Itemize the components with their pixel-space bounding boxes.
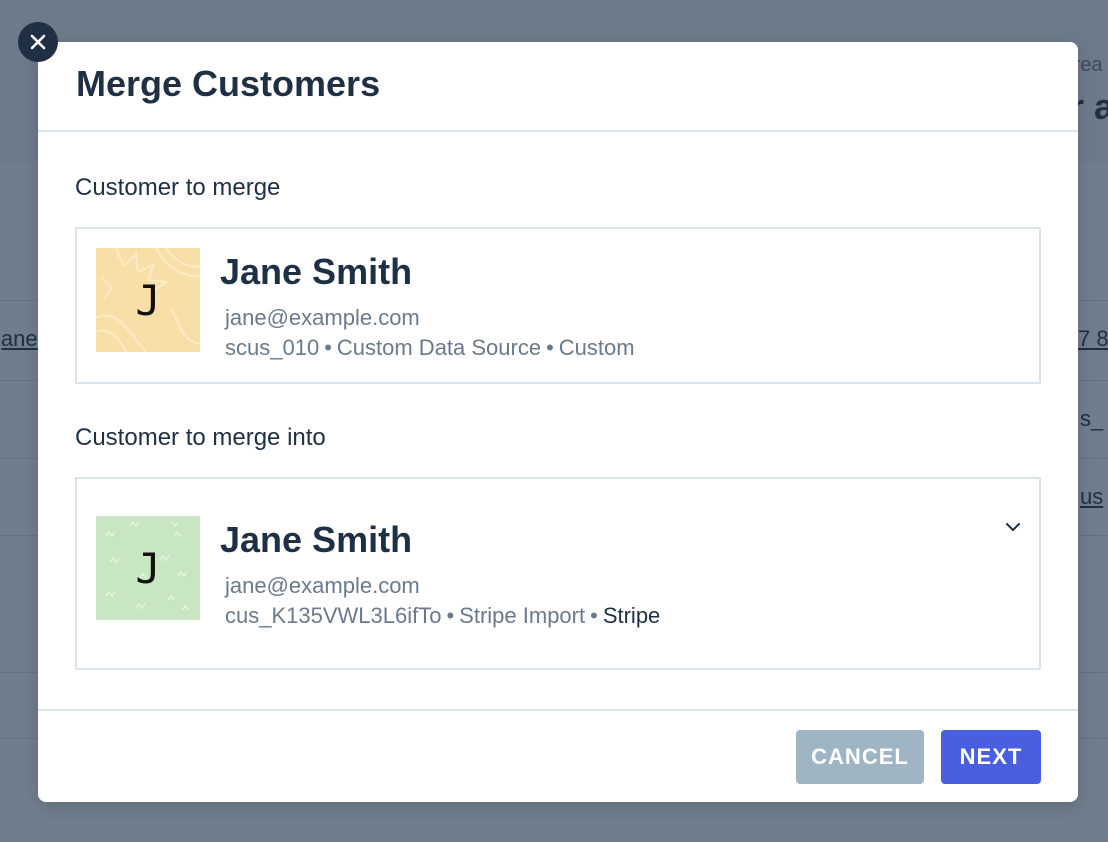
separator: •	[324, 335, 332, 360]
modal-header: Merge Customers	[38, 42, 1078, 132]
merge-customers-modal: Merge Customers Customer to merge J Jane…	[38, 42, 1078, 802]
source-customer-card: J Jane Smith jane@example.com scus_010 • C…	[75, 227, 1041, 384]
avatar-letter: J	[135, 275, 161, 325]
avatar: J	[96, 248, 200, 352]
cancel-button[interactable]: CANCEL	[796, 730, 924, 784]
customer-source-type: Custom	[558, 335, 635, 360]
target-section-label: Customer to merge into	[75, 424, 326, 451]
customer-id: scus_010	[225, 335, 320, 360]
separator: •	[546, 335, 554, 360]
separator: •	[446, 603, 455, 628]
customer-meta: scus_010 • Custom Data Source • Custom	[225, 335, 635, 361]
customer-source-name: Custom Data Source	[336, 335, 542, 360]
modal-title: Merge Customers	[76, 63, 381, 104]
source-section-label: Customer to merge	[75, 174, 281, 201]
chevron-down-icon[interactable]	[1003, 517, 1023, 537]
background-link: 7 8	[1078, 326, 1108, 351]
background-link: jane	[0, 326, 38, 351]
close-button[interactable]	[18, 22, 58, 62]
next-button[interactable]: NEXT	[941, 730, 1041, 784]
avatar: J	[96, 516, 200, 620]
target-customer-select[interactable]: J Jane Smith jane@example.com cus_K135VW…	[75, 477, 1041, 670]
separator: •	[590, 603, 598, 628]
customer-meta: cus_K135VWL3L6ifTo • Stripe Import • Stripe	[225, 603, 660, 629]
avatar-letter: J	[135, 543, 161, 593]
customer-source-name: Stripe Import	[459, 603, 586, 628]
customer-email: jane@example.com	[225, 305, 420, 330]
background-text: s_	[1080, 406, 1104, 431]
customer-source-type: Stripe	[602, 603, 661, 628]
customer-email: jane@example.com	[225, 573, 420, 598]
close-icon	[30, 34, 46, 50]
customer-name: Jane Smith	[220, 519, 413, 560]
background-link: us	[1080, 484, 1104, 509]
customer-name: Jane Smith	[220, 251, 413, 292]
customer-id: cus_K135VWL3L6ifTo	[225, 603, 442, 628]
modal-footer: CANCEL NEXT	[38, 709, 1078, 802]
